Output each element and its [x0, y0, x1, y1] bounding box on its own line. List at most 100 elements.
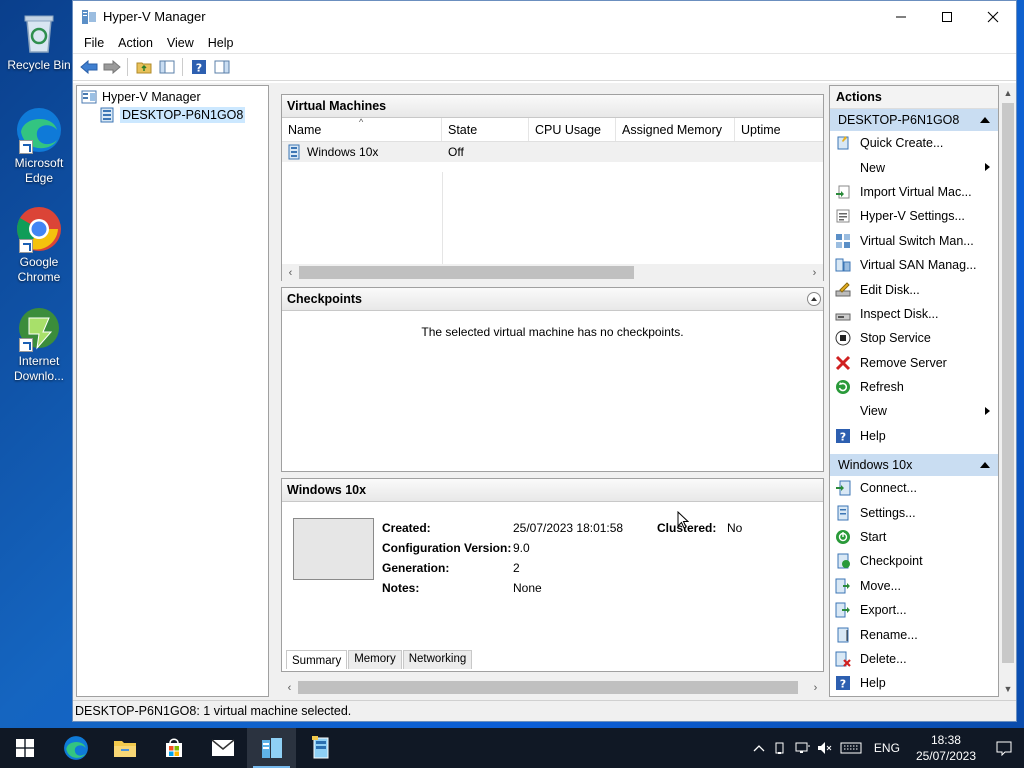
action-start[interactable]: Start [830, 525, 998, 549]
menu-file[interactable]: File [77, 32, 111, 54]
action-inspect-disk[interactable]: Inspect Disk... [830, 302, 998, 326]
taskbar-store[interactable] [149, 728, 198, 768]
action-move[interactable]: Move... [830, 574, 998, 598]
vm-icon [288, 144, 302, 160]
connect-icon [835, 480, 851, 496]
taskbar-hyperv-manager[interactable] [247, 728, 296, 768]
show-hide-tree-button[interactable] [155, 56, 178, 78]
details-header: Windows 10x [282, 479, 823, 502]
meet-now-icon[interactable] [770, 728, 792, 768]
tab-networking[interactable]: Networking [402, 650, 473, 669]
actions-vertical-scrollbar[interactable]: ▲ ▼ [1000, 85, 1016, 697]
actions-section-vm[interactable]: Windows 10x [830, 454, 998, 477]
scroll-left-icon[interactable]: ‹ [282, 267, 299, 279]
title-bar[interactable]: Hyper-V Manager [73, 1, 1016, 32]
up-folder-button[interactable] [132, 56, 155, 78]
maximize-button[interactable] [924, 1, 970, 32]
desktop-icon-edge[interactable]: Microsoft Edge [6, 106, 72, 186]
switch-icon [835, 233, 851, 249]
desktop-icon-label: Google Chrome [17, 255, 61, 284]
tree-item-hyperv-manager[interactable]: Hyper-V Manager [81, 88, 201, 106]
column-uptime[interactable]: Uptime [735, 118, 823, 141]
checkpoints-title: Checkpoints [287, 292, 363, 306]
desktop-icon-recycle-bin[interactable]: Recycle Bin [6, 8, 72, 73]
center-horizontal-scrollbar[interactable]: ‹ › [281, 679, 824, 696]
action-view[interactable]: View [830, 399, 998, 423]
notes-value: None [513, 581, 542, 595]
mouse-cursor-icon [677, 511, 689, 529]
vm-thumbnail[interactable] [293, 518, 374, 580]
action-quick-create[interactable]: Quick Create... [830, 131, 998, 155]
recycle-bin-icon [15, 8, 63, 56]
notes-label: Notes: [382, 581, 420, 595]
action-help-vm[interactable]: ? Help [830, 671, 998, 695]
action-hyperv-settings[interactable]: Hyper-V Settings... [830, 204, 998, 228]
action-export[interactable]: Export... [830, 598, 998, 622]
action-refresh[interactable]: Refresh [830, 375, 998, 399]
keyboard-icon[interactable] [836, 728, 866, 768]
back-arrow-icon [79, 60, 97, 74]
desktop-icon-idm[interactable]: Internet Downlo... [6, 304, 72, 384]
taskbar-vm-connection[interactable] [296, 728, 345, 768]
clock[interactable]: 18:38 25/07/2023 [908, 732, 984, 764]
export-icon [835, 602, 851, 618]
taskbar-edge[interactable] [51, 728, 100, 768]
minimize-button[interactable] [878, 1, 924, 32]
help-toolbar-button[interactable]: ? [187, 56, 210, 78]
configuration-version-value: 9.0 [513, 541, 530, 555]
tab-summary[interactable]: Summary [286, 650, 348, 669]
scroll-up-icon[interactable]: ▲ [1000, 85, 1016, 101]
column-state[interactable]: State [442, 118, 529, 141]
column-assigned-memory[interactable]: Assigned Memory [616, 118, 735, 141]
close-button[interactable] [970, 1, 1016, 32]
action-connect[interactable]: Connect... [830, 476, 998, 500]
action-remove-server[interactable]: Remove Server [830, 351, 998, 375]
vm-horizontal-scrollbar[interactable]: ‹ › [282, 264, 823, 281]
taskbar-file-explorer[interactable] [100, 728, 149, 768]
scroll-down-icon[interactable]: ▼ [1000, 681, 1016, 697]
action-checkpoint[interactable]: Checkpoint [830, 549, 998, 573]
action-virtual-switch-manager[interactable]: Virtual Switch Man... [830, 229, 998, 253]
hyperv-app-icon [81, 9, 97, 25]
action-stop-service[interactable]: Stop Service [830, 326, 998, 350]
network-icon[interactable] [792, 728, 814, 768]
window-title: Hyper-V Manager [103, 9, 206, 24]
action-vm-settings[interactable]: Settings... [830, 500, 998, 524]
generation-value: 2 [513, 561, 520, 575]
taskbar-mail[interactable] [198, 728, 247, 768]
scroll-right-icon[interactable]: › [806, 267, 823, 279]
checkpoints-header[interactable]: Checkpoints [282, 288, 823, 311]
tab-memory[interactable]: Memory [348, 650, 402, 669]
scroll-right-icon[interactable]: › [807, 682, 824, 694]
menu-action[interactable]: Action [111, 32, 160, 54]
show-hide-action-pane-button[interactable] [210, 56, 233, 78]
action-help-server[interactable]: ? Help [830, 424, 998, 448]
sort-ascending-icon: ^ [359, 117, 364, 127]
action-delete[interactable]: Delete... [830, 647, 998, 671]
table-row[interactable]: Windows 10x Off [282, 142, 823, 162]
notifications-icon[interactable] [984, 728, 1024, 768]
column-cpu-usage[interactable]: CPU Usage [529, 118, 616, 141]
vm-state: Off [442, 142, 529, 162]
virtual-machines-header: Virtual Machines [282, 95, 823, 118]
back-button[interactable] [77, 56, 100, 78]
checkpoints-panel: Checkpoints The selected virtual machine… [281, 287, 824, 472]
action-import-virtual-machine[interactable]: Import Virtual Mac... [830, 180, 998, 204]
forward-button[interactable] [100, 56, 123, 78]
start-button[interactable] [0, 728, 49, 768]
action-edit-disk[interactable]: Edit Disk... [830, 277, 998, 301]
action-rename[interactable]: Rename... [830, 622, 998, 646]
action-new[interactable]: New [830, 155, 998, 179]
collapse-icon[interactable] [807, 292, 821, 306]
menu-help[interactable]: Help [201, 32, 241, 54]
input-language[interactable]: ENG [866, 741, 908, 755]
volume-muted-icon[interactable] [814, 728, 836, 768]
action-virtual-san-manager[interactable]: Virtual SAN Manag... [830, 253, 998, 277]
desktop-icon-chrome[interactable]: Google Chrome [6, 205, 72, 285]
internet-download-manager-icon [15, 304, 63, 352]
menu-view[interactable]: View [160, 32, 201, 54]
actions-section-server[interactable]: DESKTOP-P6N1GO8 [830, 109, 998, 131]
show-hidden-icons-icon[interactable] [748, 728, 770, 768]
scroll-left-icon[interactable]: ‹ [281, 682, 298, 694]
tree-item-server[interactable]: DESKTOP-P6N1GO8 [99, 106, 246, 124]
